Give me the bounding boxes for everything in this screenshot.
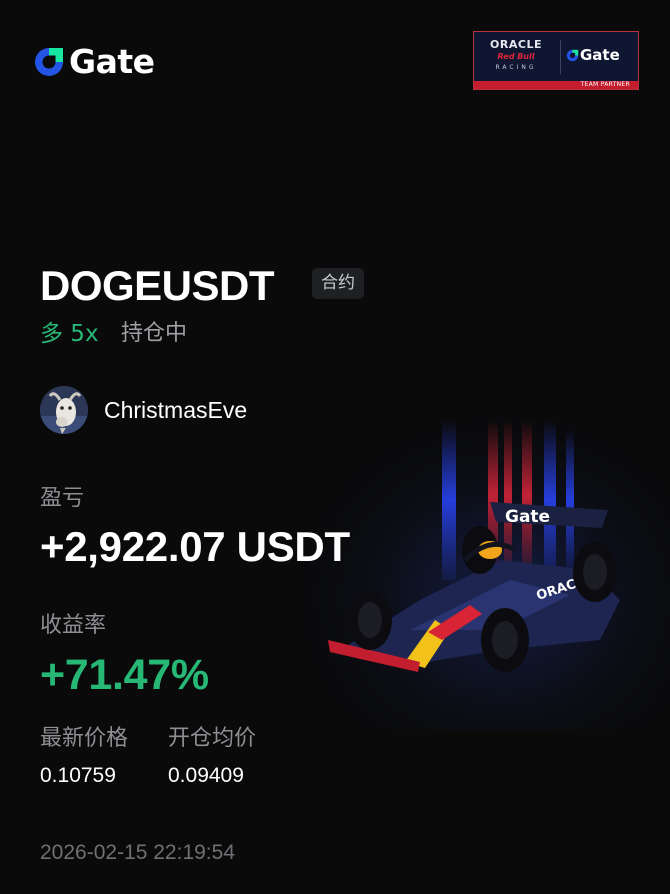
team-partner-badge: ORACLE Red Bull RACING Gate TEAM PARTNER	[473, 31, 639, 90]
gate-logo-icon	[35, 48, 63, 76]
entry-price-label: 开仓均价	[168, 726, 257, 751]
position-side-leverage: 多 5x	[40, 321, 99, 347]
timestamp: 2026-02-15 22:19:54	[40, 841, 235, 864]
latest-price-label: 最新价格	[40, 726, 129, 751]
pnl-value: +2,922.07 USDT	[40, 523, 350, 570]
redbull-wordmark: Red Bull	[497, 52, 535, 61]
racing-wordmark: RACING	[495, 64, 537, 71]
roi-value: +71.47%	[40, 651, 209, 699]
latest-price-value: 0.10759	[40, 764, 116, 787]
partner-gate-logo: Gate	[566, 46, 620, 64]
f1-car-illustration: Gate ORACLE	[300, 400, 670, 730]
partner-caption-bar: TEAM PARTNER	[474, 81, 638, 89]
svg-text:Gate: Gate	[505, 507, 550, 527]
oracle-wordmark: ORACLE	[490, 38, 542, 51]
gate-logo-icon	[566, 49, 579, 61]
partner-divider	[560, 40, 561, 74]
oracle-redbull-racing-logo: ORACLE Red Bull RACING	[474, 32, 558, 81]
partner-caption: TEAM PARTNER	[580, 81, 630, 88]
goat-avatar-icon	[40, 386, 88, 434]
partner-gate-wordmark: Gate	[580, 46, 620, 64]
trading-pair-title: DOGEUSDT	[40, 262, 275, 309]
brand-name: Gate	[69, 42, 155, 81]
position-status: 持仓中	[121, 321, 188, 346]
gate-logo: Gate	[33, 44, 155, 80]
pnl-label: 盈亏	[40, 486, 85, 511]
user-avatar	[40, 386, 88, 434]
contract-type-badge: 合约	[312, 268, 364, 299]
entry-price-value: 0.09409	[168, 764, 244, 787]
username: ChristmasEve	[104, 397, 248, 423]
roi-label: 收益率	[40, 613, 107, 638]
